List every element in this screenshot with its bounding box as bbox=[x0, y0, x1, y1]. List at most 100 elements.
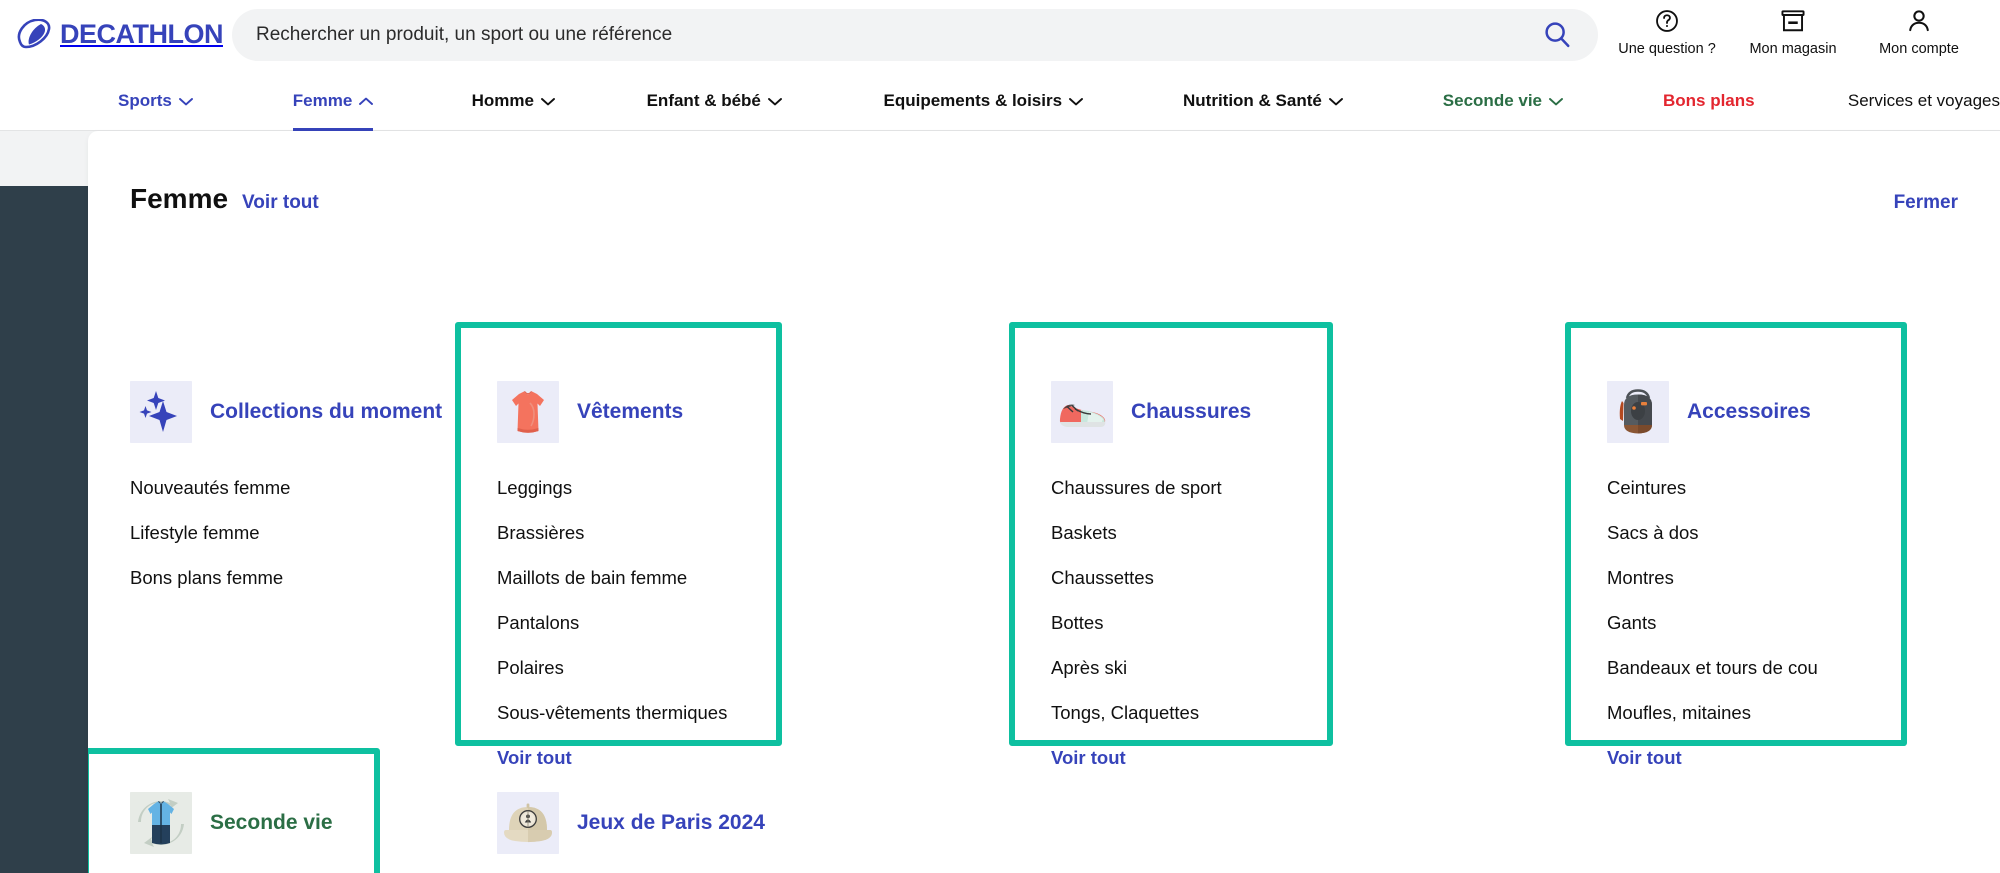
chevron-down-icon bbox=[178, 91, 193, 111]
list-item: Après ski bbox=[1051, 645, 1381, 690]
menu-link-brassieres[interactable]: Brassières bbox=[497, 522, 584, 544]
nav-spacer bbox=[555, 70, 647, 131]
nav-item-bons-plans[interactable]: Bons plans bbox=[1663, 70, 1755, 131]
menu-link-sacs-a-dos[interactable]: Sacs à dos bbox=[1607, 522, 1699, 544]
chevron-down-icon bbox=[541, 91, 555, 111]
menu-link-sous-vetements-thermiques[interactable]: Sous-vêtements thermiques bbox=[497, 702, 727, 724]
menu-link-moufles-mitaines[interactable]: Moufles, mitaines bbox=[1607, 702, 1751, 724]
menu-link-leggings[interactable]: Leggings bbox=[497, 477, 572, 499]
list-item: Baskets bbox=[1051, 510, 1381, 555]
search-bar[interactable] bbox=[232, 9, 1598, 61]
chevron-down-icon bbox=[767, 91, 782, 111]
chevron-down-icon bbox=[1069, 91, 1083, 111]
menu-column-jeux-de-paris-2024: Jeux de Paris 2024 bbox=[497, 792, 827, 854]
nav-item-femme[interactable]: Femme bbox=[292, 70, 374, 131]
menu-link-chaussures-de-sport[interactable]: Chaussures de sport bbox=[1051, 477, 1222, 499]
menu-link-apres-ski[interactable]: Après ski bbox=[1051, 657, 1127, 679]
site-header: DECATHLON Une question ? bbox=[0, 0, 2000, 70]
decathlon-orbit-icon bbox=[16, 19, 52, 49]
menu-link-gants[interactable]: Gants bbox=[1607, 612, 1656, 634]
header-action-mon-magasin[interactable]: Mon magasin bbox=[1730, 6, 1856, 57]
nav-item-services-et-voyages[interactable]: Services et voyages bbox=[1848, 70, 2000, 131]
list-item: Tongs, Claquettes bbox=[1051, 690, 1381, 735]
nav-item-label: Seconde vie bbox=[1442, 90, 1543, 110]
menu-link-maillots-de-bain-femme[interactable]: Maillots de bain femme bbox=[497, 567, 687, 589]
nav-item-nutrition-sant[interactable]: Nutrition & Santé bbox=[1183, 70, 1343, 131]
header-action-mon-compte[interactable]: Mon compte bbox=[1856, 6, 1982, 57]
nav-item-homme[interactable]: Homme bbox=[472, 70, 555, 131]
list-item: Chaussures de sport bbox=[1051, 465, 1381, 510]
column-header-jeux-de-paris-2024[interactable]: Jeux de Paris 2024 bbox=[497, 792, 827, 854]
menu-link-chaussettes[interactable]: Chaussettes bbox=[1051, 567, 1154, 589]
main-navigation: Sports Femme Homme Enfant & bébé Equipements… bbox=[0, 70, 2000, 131]
decathlon-logo[interactable]: DECATHLON bbox=[16, 14, 223, 54]
column-title: Chaussures bbox=[1131, 400, 1252, 423]
nav-spacer bbox=[782, 70, 884, 131]
menu-link-baskets[interactable]: Baskets bbox=[1051, 522, 1117, 544]
menu-link-pantalons[interactable]: Pantalons bbox=[497, 612, 579, 634]
nav-item-sports[interactable]: Sports bbox=[118, 70, 193, 131]
nav-item-equipements-loisirs[interactable]: Equipements & loisirs bbox=[884, 70, 1084, 131]
list-item: Voir tout bbox=[1051, 735, 1381, 780]
menu-link-tongs-claquettes[interactable]: Tongs, Claquettes bbox=[1051, 702, 1199, 724]
column-header-vetements[interactable]: Vêtements bbox=[497, 381, 827, 443]
nav-spacer bbox=[1083, 70, 1183, 131]
column-link-list: Leggings Brassières Maillots de bain femme… bbox=[497, 465, 827, 780]
list-item: Voir tout bbox=[1607, 735, 1937, 780]
list-item: Ceintures bbox=[1607, 465, 1937, 510]
search-button[interactable] bbox=[1540, 18, 1574, 52]
list-item: Voir tout bbox=[497, 735, 827, 780]
nav-spacer bbox=[373, 70, 471, 131]
list-item: Moufles, mitaines bbox=[1607, 690, 1937, 735]
list-item: Polaires bbox=[497, 645, 827, 690]
list-item: Lifestyle femme bbox=[130, 510, 460, 555]
menu-link-ceintures[interactable]: Ceintures bbox=[1607, 477, 1686, 499]
nav-item-label: Homme bbox=[471, 90, 534, 110]
close-button[interactable]: Fermer bbox=[1894, 192, 1958, 214]
chevron-down-icon bbox=[1549, 91, 1563, 111]
nav-item-label: Equipements & loisirs bbox=[883, 90, 1063, 110]
header-action-label: Une question ? bbox=[1618, 41, 1716, 57]
nav-spacer bbox=[1755, 70, 1848, 131]
column-header-chaussures[interactable]: Chaussures bbox=[1051, 381, 1381, 443]
panel-see-all-link[interactable]: Voir tout bbox=[242, 192, 319, 214]
menu-column-seconde-vie: Seconde vieVêtements reconditionnésChaus… bbox=[130, 792, 460, 873]
left-dark-overlay-panel bbox=[0, 186, 88, 873]
menu-link-lifestyle-femme[interactable]: Lifestyle femme bbox=[130, 522, 260, 544]
list-item: Nouveautés femme bbox=[130, 465, 460, 510]
menu-link-polaires[interactable]: Polaires bbox=[497, 657, 564, 679]
chevron-up-icon bbox=[359, 91, 374, 111]
list-item: Maillots de bain femme bbox=[497, 555, 827, 600]
header-action-label: Mon compte bbox=[1879, 41, 1959, 57]
column-see-all-link[interactable]: Voir tout bbox=[497, 747, 572, 769]
list-item: Bottes bbox=[1051, 600, 1381, 645]
nav-item-seconde-vie[interactable]: Seconde vie bbox=[1443, 70, 1563, 131]
column-header-accessoires[interactable]: Accessoires bbox=[1607, 381, 1937, 443]
menu-link-bottes[interactable]: Bottes bbox=[1051, 612, 1103, 634]
menu-link-montres[interactable]: Montres bbox=[1607, 567, 1674, 589]
search-icon bbox=[1542, 19, 1572, 52]
tshirt-icon bbox=[497, 381, 559, 443]
list-item: Bons plans femme bbox=[130, 555, 460, 600]
search-input[interactable] bbox=[256, 24, 1540, 46]
decathlon-wordmark: DECATHLON bbox=[60, 18, 223, 49]
column-link-list: Chaussures de sport Baskets Chaussettes Bot… bbox=[1051, 465, 1381, 780]
nav-item-enfant-b-b[interactable]: Enfant & bébé bbox=[647, 70, 782, 131]
menu-link-nouveautes-femme[interactable]: Nouveautés femme bbox=[130, 477, 290, 499]
list-item: Sous-vêtements thermiques bbox=[497, 690, 827, 735]
femme-mega-menu-panel: Femme Voir tout Fermer Collections du mo… bbox=[88, 131, 2000, 873]
header-action-label: Mon magasin bbox=[1749, 41, 1837, 57]
menu-link-bandeaux-et-tours-de-cou[interactable]: Bandeaux et tours de cou bbox=[1607, 657, 1818, 679]
column-see-all-link[interactable]: Voir tout bbox=[1607, 747, 1682, 769]
header-action-une-question[interactable]: Une question ? bbox=[1604, 6, 1730, 57]
column-header-collections-du-moment[interactable]: Collections du moment bbox=[130, 381, 460, 443]
menu-link-bons-plans-femme[interactable]: Bons plans femme bbox=[130, 567, 283, 589]
column-title: Seconde vie bbox=[210, 811, 333, 834]
column-title: Vêtements bbox=[577, 400, 684, 423]
list-item: Brassières bbox=[497, 510, 827, 555]
list-item: Pantalons bbox=[497, 600, 827, 645]
list-item: Montres bbox=[1607, 555, 1937, 600]
column-see-all-link[interactable]: Voir tout bbox=[1051, 747, 1126, 769]
column-header-seconde-vie[interactable]: Seconde vie bbox=[130, 792, 460, 854]
nav-item-label: Femme bbox=[292, 90, 353, 110]
